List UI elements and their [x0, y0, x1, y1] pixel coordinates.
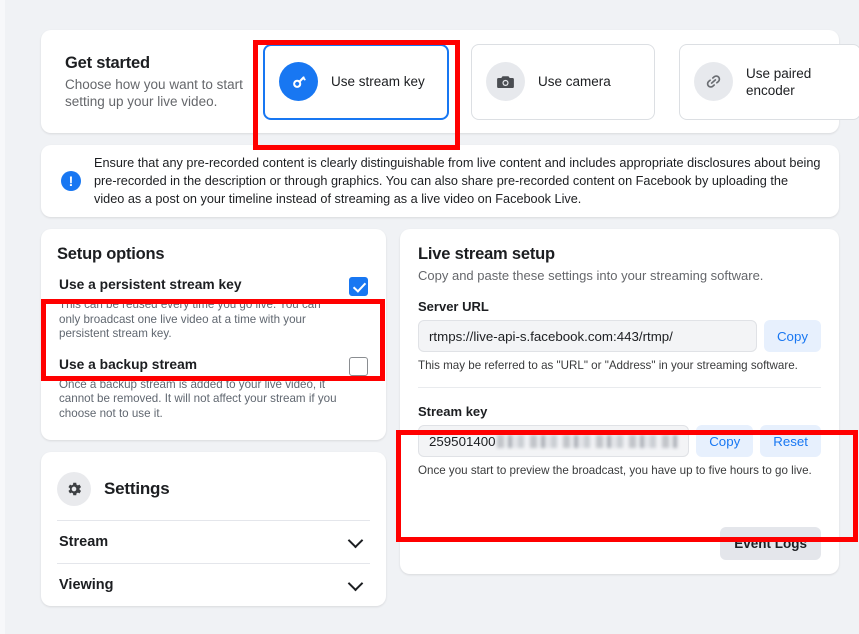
- stream-key-hint: Once you start to preview the broadcast,…: [418, 464, 812, 477]
- chevron-down-icon[interactable]: [349, 577, 364, 592]
- left-column: Setup options Use a persistent stream ke…: [41, 229, 386, 606]
- live-stream-setup-card: Live stream setup Copy and paste these s…: [400, 229, 839, 574]
- event-logs-button[interactable]: Event Logs: [720, 527, 821, 560]
- page-title: Get started: [65, 53, 150, 72]
- stream-key-redacted-region: [496, 434, 679, 448]
- use-camera-label: Use camera: [538, 74, 611, 89]
- reset-stream-key-button[interactable]: Reset: [760, 425, 821, 457]
- key-icon: [279, 62, 318, 101]
- settings-card: Settings Stream Viewing: [41, 451, 386, 606]
- settings-viewing-label: Viewing: [59, 576, 114, 593]
- use-paired-encoder-button[interactable]: Use paired encoder: [679, 43, 859, 120]
- page-root: Get started Choose how you want to start…: [5, 0, 859, 634]
- copy-stream-key-button[interactable]: Copy: [696, 425, 754, 457]
- server-url-hint: This may be referred to as "URL" or "Add…: [418, 359, 798, 372]
- settings-row-viewing[interactable]: Viewing: [57, 562, 370, 606]
- settings-stream-label: Stream: [59, 533, 109, 550]
- link-icon: [694, 62, 733, 101]
- use-paired-encoder-label: Use paired encoder: [746, 65, 812, 98]
- use-camera-button[interactable]: Use camera: [471, 43, 655, 120]
- divider: [418, 387, 821, 388]
- persistent-stream-key-label: Use a persistent stream key: [59, 277, 242, 292]
- setup-row-persistent-stream-key[interactable]: Use a persistent stream key This can be …: [57, 264, 370, 346]
- stream-key-input[interactable]: 259501400: [418, 425, 690, 457]
- server-url-row: rtmps://live-api-s.facebook.com:443/rtmp…: [418, 320, 821, 352]
- persistent-stream-key-description: This can be reused every time you go liv…: [59, 298, 321, 341]
- exclamation-icon: !: [61, 171, 81, 191]
- backup-stream-label: Use a backup stream: [59, 356, 198, 372]
- lower-columns: Setup options Use a persistent stream ke…: [41, 229, 839, 606]
- backup-stream-description: Once a backup stream is added to your li…: [59, 377, 337, 420]
- setup-row-backup-stream[interactable]: Use a backup stream Once a backup stream…: [57, 346, 370, 426]
- option-paired-encoder-wrapper: Use paired encoder: [679, 43, 859, 120]
- prerecorded-notice-banner: ! Ensure that any pre-recorded content i…: [41, 145, 839, 217]
- server-url-label: Server URL: [418, 299, 489, 314]
- persistent-stream-key-checkbox[interactable]: [349, 277, 368, 296]
- camera-icon: [486, 62, 525, 101]
- option-camera-wrapper: Use camera: [471, 43, 655, 120]
- chevron-down-icon[interactable]: [349, 534, 364, 549]
- setup-options-card: Setup options Use a persistent stream ke…: [41, 229, 386, 440]
- right-column: Live stream setup Copy and paste these s…: [400, 229, 839, 606]
- gear-icon: [57, 471, 91, 506]
- copy-server-url-button[interactable]: Copy: [763, 320, 821, 352]
- settings-header: Settings: [57, 466, 370, 520]
- backup-stream-checkbox[interactable]: [349, 356, 368, 376]
- get-started-text: Get started Choose how you want to start…: [57, 54, 257, 110]
- live-stream-setup-subtitle: Copy and paste these settings into your …: [418, 268, 764, 283]
- get-started-subtitle: Choose how you want to start setting up …: [65, 76, 243, 109]
- option-stream-key-wrapper: Use stream key: [263, 43, 449, 120]
- settings-row-stream[interactable]: Stream: [57, 519, 370, 563]
- stream-key-label: Stream key: [418, 404, 488, 419]
- setup-options-title: Setup options: [57, 245, 165, 263]
- settings-title: Settings: [104, 478, 170, 498]
- stream-key-visible-value: 259501400: [429, 433, 496, 449]
- notice-text: Ensure that any pre-recorded content is …: [94, 156, 821, 206]
- get-started-card: Get started Choose how you want to start…: [41, 30, 859, 133]
- event-logs-row: Event Logs: [418, 519, 821, 560]
- stream-key-row: 259501400 Copy Reset: [418, 425, 821, 457]
- server-url-input[interactable]: rtmps://live-api-s.facebook.com:443/rtmp…: [418, 320, 757, 352]
- live-stream-setup-title: Live stream setup: [418, 245, 555, 263]
- use-stream-key-button[interactable]: Use stream key: [263, 43, 449, 120]
- use-stream-key-label: Use stream key: [331, 74, 425, 89]
